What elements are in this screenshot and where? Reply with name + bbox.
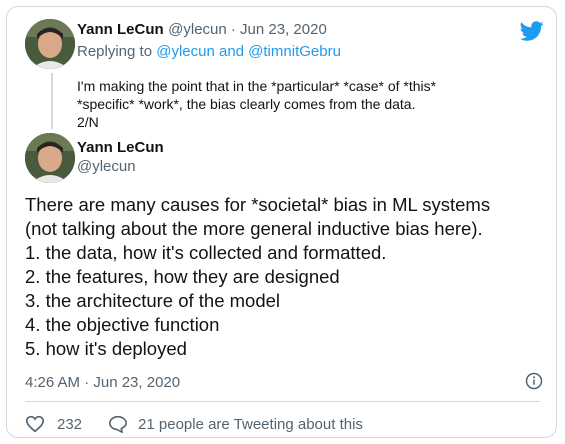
like-button[interactable]: 232 [25,415,82,433]
main-author: Yann LeCun @ylecun [77,139,164,175]
info-icon[interactable] [525,372,543,390]
speech-bubble-icon [109,415,128,433]
reply-line: *specific* *work*, the bias clearly come… [77,96,416,112]
timestamp[interactable]: 4:26 AM · Jun 23, 2020 [25,374,180,391]
reply-header: Yann LeCun @ylecun · Jun 23, 2020 [77,21,327,39]
replying-to: Replying to @ylecun and @timnitGebru [77,43,341,60]
action-bar: 232 21 people are Tweeting about this [25,415,363,433]
reply-body: I'm making the point that in the *partic… [77,77,537,131]
replying-handles[interactable]: @ylecun and @timnitGebru [156,43,341,60]
display-name[interactable]: Yann LeCun [77,21,164,38]
replying-prefix: Replying to [77,43,157,60]
tweet-body: There are many causes for *societal* bia… [25,193,555,361]
heart-icon [25,415,45,433]
display-name[interactable]: Yann LeCun [77,139,164,156]
handle-date[interactable]: @ylecun · Jun 23, 2020 [168,21,327,38]
reply-line: I'm making the point that in the *partic… [77,78,437,94]
twitter-bird-icon[interactable] [518,19,546,43]
tweet-line: 1. the data, how it's collected and form… [25,242,387,263]
tweeting-label: 21 people are Tweeting about this [138,415,363,433]
tweet-line: 3. the architecture of the model [25,290,281,311]
divider [25,401,540,402]
like-count: 232 [57,415,83,433]
handle[interactable]: @ylecun [77,158,164,175]
reply-line: 2/N [77,114,99,130]
tweet-card: Yann LeCun @ylecun · Jun 23, 2020 Replyi… [6,6,557,438]
avatar[interactable] [25,19,75,69]
tweet-line: 2. the features, how they are designed [25,266,340,287]
tweet-line: 5. how it's deployed [25,338,187,359]
tweet-line: There are many causes for *societal* bia… [25,194,491,215]
tweeting-about-button[interactable]: 21 people are Tweeting about this [108,415,363,433]
tweet-line: (not talking about the more general indu… [25,218,483,239]
avatar[interactable] [25,133,75,183]
tweet-line: 4. the objective function [25,314,220,335]
thread-connector [51,73,53,129]
